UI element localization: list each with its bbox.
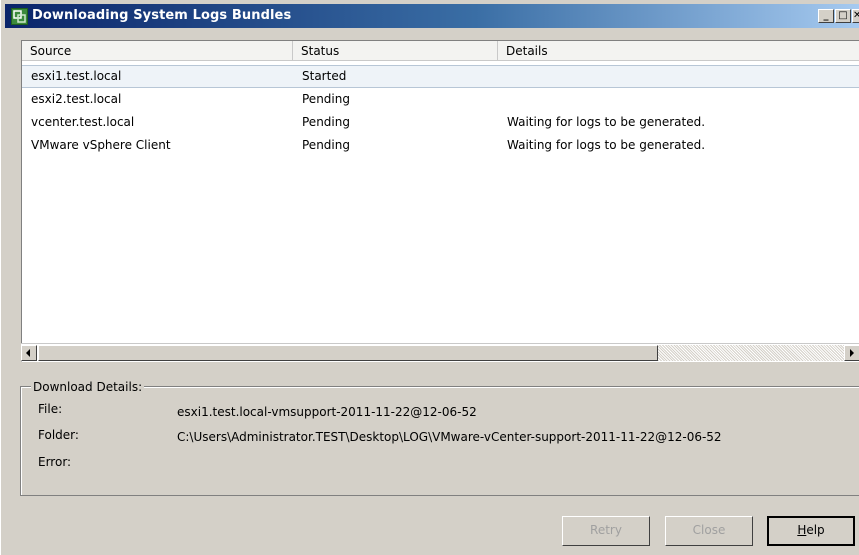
- scroll-left-button[interactable]: [21, 345, 37, 361]
- title-bar[interactable]: Downloading System Logs Bundles _ □ ✕: [5, 4, 859, 28]
- minimize-button[interactable]: _: [818, 9, 834, 23]
- vsphere-logo-icon: [11, 8, 28, 25]
- scrollbar-thumb[interactable]: [38, 345, 658, 361]
- help-label-rest: elp: [806, 523, 825, 537]
- row-source: esxi2.test.local: [31, 92, 122, 106]
- retry-button[interactable]: Retry: [562, 516, 650, 546]
- help-mnemonic: H: [797, 523, 807, 537]
- row-source: VMware vSphere Client: [31, 138, 171, 152]
- file-value: esxi1.test.local-vmsupport-2011-11-22@12…: [177, 405, 477, 419]
- window-title: Downloading System Logs Bundles: [32, 8, 292, 23]
- row-status: Started: [302, 69, 347, 83]
- row-details: Waiting for logs to be generated.: [507, 115, 706, 129]
- row-details: Waiting for logs to be generated.: [507, 138, 706, 152]
- list-row[interactable]: VMware vSphere Client Pending Waiting fo…: [22, 134, 859, 157]
- arrow-right-icon: [850, 349, 854, 357]
- horizontal-scrollbar[interactable]: [21, 343, 859, 361]
- close-button[interactable]: Close: [665, 516, 753, 546]
- row-status: Pending: [302, 138, 350, 152]
- scrollbar-track[interactable]: [658, 345, 844, 361]
- file-label: File:: [38, 402, 63, 416]
- sources-list[interactable]: Source Status Details esxi1.test.local S…: [21, 40, 859, 362]
- download-details-legend: Download Details:: [31, 380, 145, 394]
- list-row[interactable]: vcenter.test.local Pending Waiting for l…: [22, 111, 859, 134]
- column-header-details[interactable]: Details: [498, 41, 859, 61]
- help-button[interactable]: Help: [767, 516, 855, 546]
- row-source: esxi1.test.local: [31, 69, 122, 83]
- close-window-button[interactable]: ✕: [852, 9, 859, 23]
- scroll-right-button[interactable]: [844, 345, 859, 361]
- row-source: vcenter.test.local: [31, 115, 135, 129]
- column-header-source[interactable]: Source: [22, 41, 293, 61]
- dialog-window: Downloading System Logs Bundles _ □ ✕ So…: [0, 0, 859, 555]
- row-status: Pending: [302, 92, 350, 106]
- error-label: Error:: [38, 455, 72, 469]
- list-header: Source Status Details: [22, 41, 859, 61]
- list-row[interactable]: esxi2.test.local Pending: [22, 88, 859, 111]
- maximize-button[interactable]: □: [835, 9, 851, 23]
- folder-label: Folder:: [38, 428, 79, 442]
- row-status: Pending: [302, 115, 350, 129]
- column-header-status[interactable]: Status: [293, 41, 498, 61]
- arrow-left-icon: [26, 349, 30, 357]
- folder-value: C:\Users\Administrator.TEST\Desktop\LOG\…: [177, 430, 722, 444]
- list-row[interactable]: esxi1.test.local Started: [22, 65, 859, 88]
